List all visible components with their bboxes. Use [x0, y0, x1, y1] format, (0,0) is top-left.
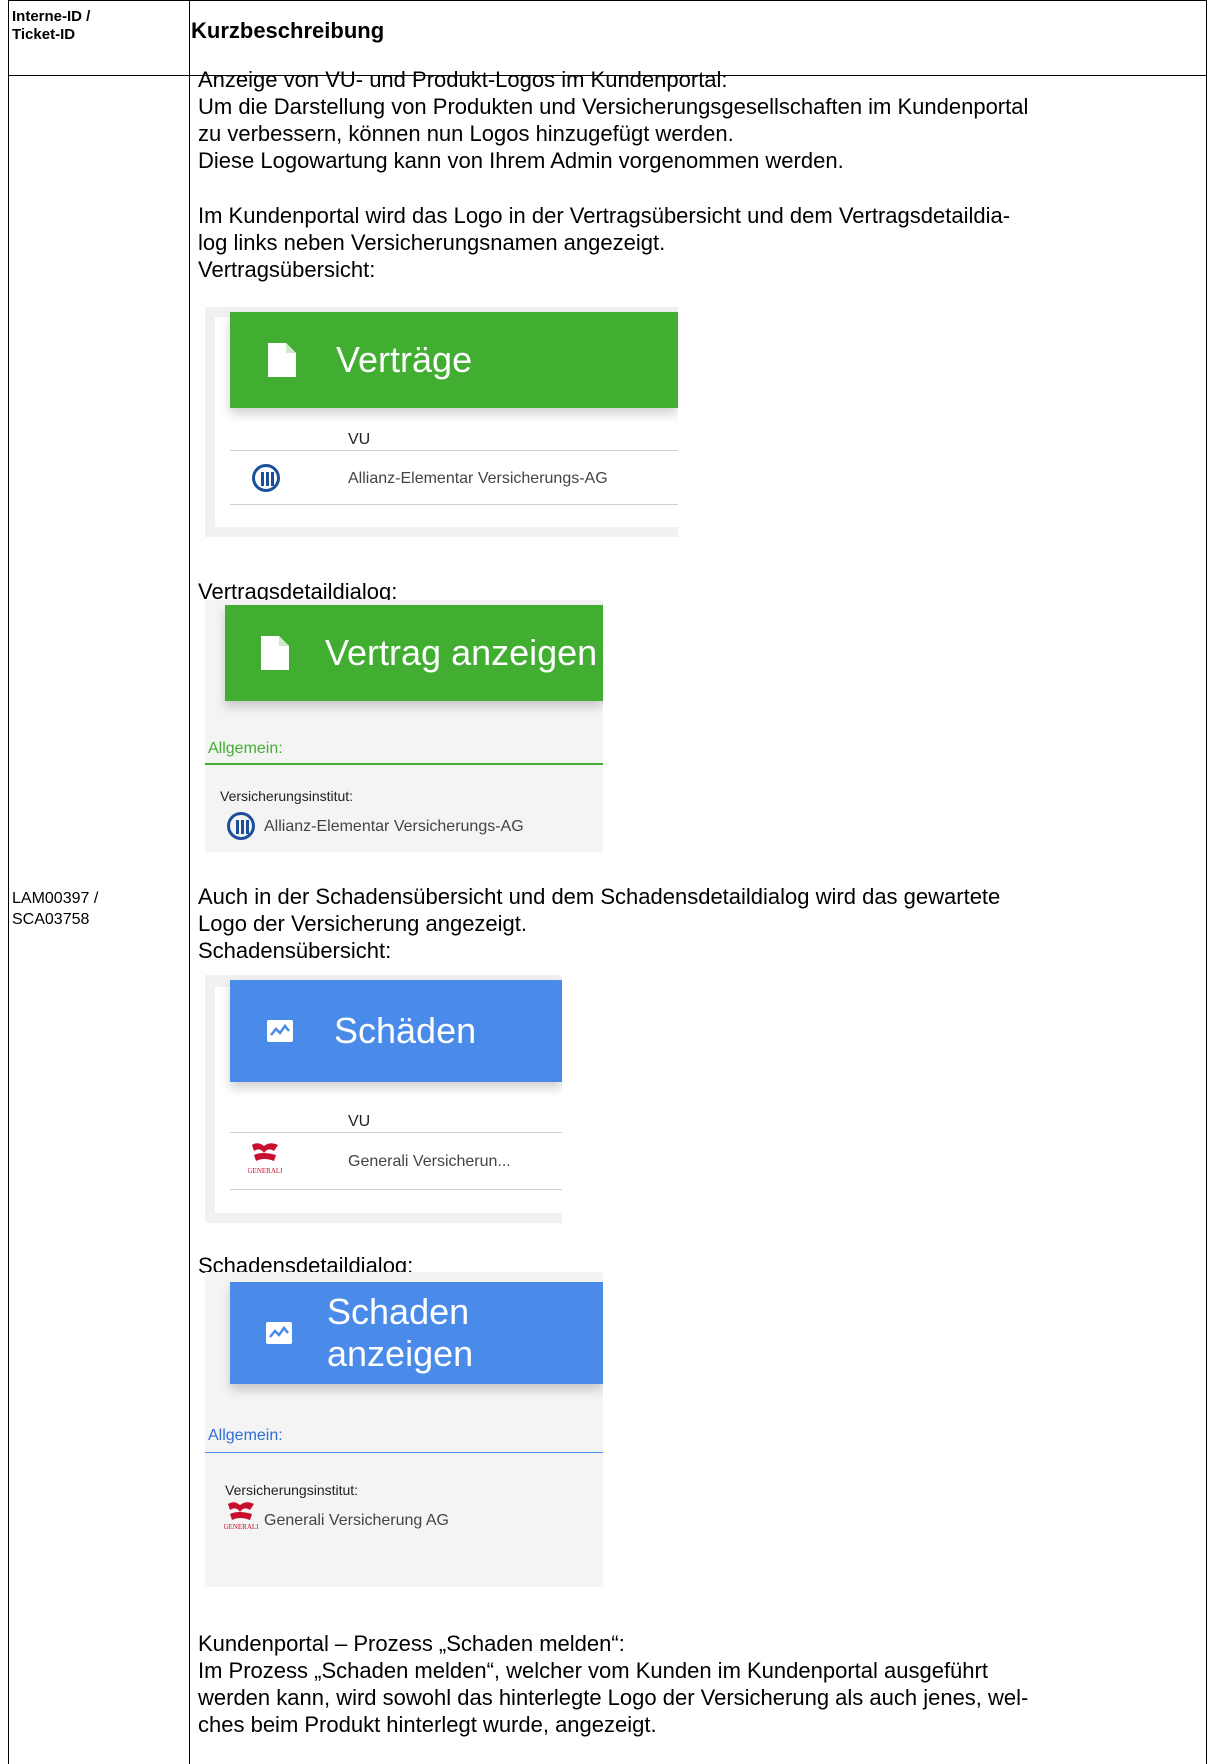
contract-row-insurer[interactable]: Allianz-Elementar Versicherungs-AG: [348, 470, 608, 488]
insurer-field-label: Versicherungsinstitut:: [225, 1482, 359, 1498]
generali-logo-icon: GENERALI: [224, 1500, 260, 1534]
allianz-logo-icon: [252, 464, 280, 492]
claim-detail-title: Schaden anzeigen: [327, 1291, 474, 1374]
claim-row-insurer[interactable]: Generali Versicherun...: [348, 1153, 511, 1171]
claims-overview-screenshot: Schäden VU GENERALI Generali Versicherun…: [205, 975, 562, 1223]
contracts-title: Verträge: [336, 339, 473, 380]
column-divider: [189, 0, 190, 1764]
generali-logo-icon: GENERALI: [248, 1141, 284, 1175]
allianz-logo-icon: [227, 812, 255, 840]
ticket-id: LAM00397 / SCA03758: [12, 890, 99, 928]
claim-detail-screenshot: Schaden anzeigen Allgemein: Versicherung…: [205, 1272, 603, 1587]
claims-paragraph: Auch in der Schadensübersicht und dem Sc…: [198, 884, 1001, 963]
contracts-overview-screenshot: Verträge VU Allianz-Elementar Versicheru…: [205, 307, 678, 537]
generali-logo-word: GENERALI: [248, 1167, 282, 1175]
header-description: Kurzbeschreibung: [191, 18, 385, 43]
contracts-header-bar: Verträge: [230, 312, 678, 408]
contract-detail-header-bar: Vertrag anzeigen: [225, 605, 603, 701]
section-underline: [205, 763, 603, 765]
insurer-field-value: Generali Versicherung AG: [264, 1512, 449, 1529]
report-claim-paragraph: Kundenportal – Prozess „Schaden melden“:…: [198, 1631, 1029, 1737]
document-icon: [262, 340, 302, 380]
section-general-label: Allgemein:: [208, 1427, 283, 1444]
header-ticket-id: Interne-ID / Ticket-ID: [12, 8, 91, 43]
insurer-field-label: Versicherungsinstitut:: [220, 788, 354, 804]
column-header-rule: [230, 1132, 562, 1133]
column-header-vu: VU: [348, 431, 371, 448]
chart-icon: [260, 1011, 300, 1051]
section-general-label: Allgemein:: [208, 740, 283, 757]
column-header-rule: [230, 450, 678, 451]
section-underline: [205, 1452, 603, 1453]
intro-paragraph: Anzeige von VU- und Produkt-Logos im Kun…: [198, 67, 1029, 173]
contract-detail-title: Vertrag anzeigen: [325, 632, 598, 673]
contract-detail-screenshot: Vertrag anzeigen Allgemein: Versicherung…: [205, 600, 603, 852]
chart-icon: [260, 1313, 297, 1353]
claims-title: Schäden: [334, 1010, 477, 1051]
insurer-field-value: Allianz-Elementar Versicherungs-AG: [264, 818, 524, 835]
claim-detail-header-bar: Schaden anzeigen: [230, 1282, 603, 1384]
contract-paragraph: Im Kundenportal wird das Logo in der Ver…: [198, 203, 1011, 282]
claims-header-bar: Schäden: [230, 980, 562, 1082]
column-header-vu: VU: [348, 1113, 371, 1130]
contract-row-rule: [230, 504, 678, 505]
claim-row-rule: [230, 1189, 562, 1190]
generali-logo-word: GENERALI: [224, 1523, 258, 1530]
document-icon: [255, 633, 295, 673]
